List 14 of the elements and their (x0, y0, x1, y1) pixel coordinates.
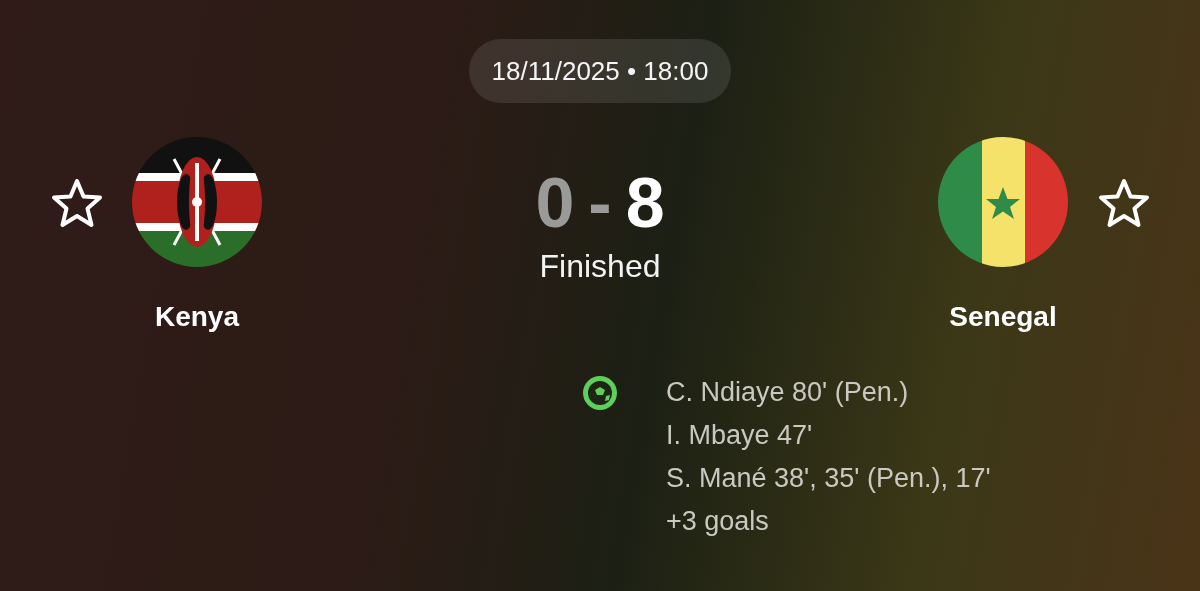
score-value: 0 (535, 168, 575, 238)
score-value: 8 (625, 168, 665, 238)
goal-scorer: I. Mbaye 47' (666, 419, 814, 452)
goal-scorer: C. Ndiaye 80' (Pen.) (666, 376, 910, 409)
goal-scorer: +3 goals (666, 505, 770, 538)
match-status: Finished (539, 248, 661, 284)
match-date-time: 18/11/2025 • 18:00 (468, 39, 732, 103)
team-name: Senegal (949, 301, 1057, 333)
team-name: Kenya (154, 301, 239, 333)
flag-icon (938, 137, 1068, 267)
soccer-ball-icon (581, 374, 619, 412)
score-separator: - (588, 168, 612, 238)
goal-scorer: S. Mané 38', 35' (Pen.), 17' (666, 462, 991, 495)
flag-icon (132, 137, 262, 267)
